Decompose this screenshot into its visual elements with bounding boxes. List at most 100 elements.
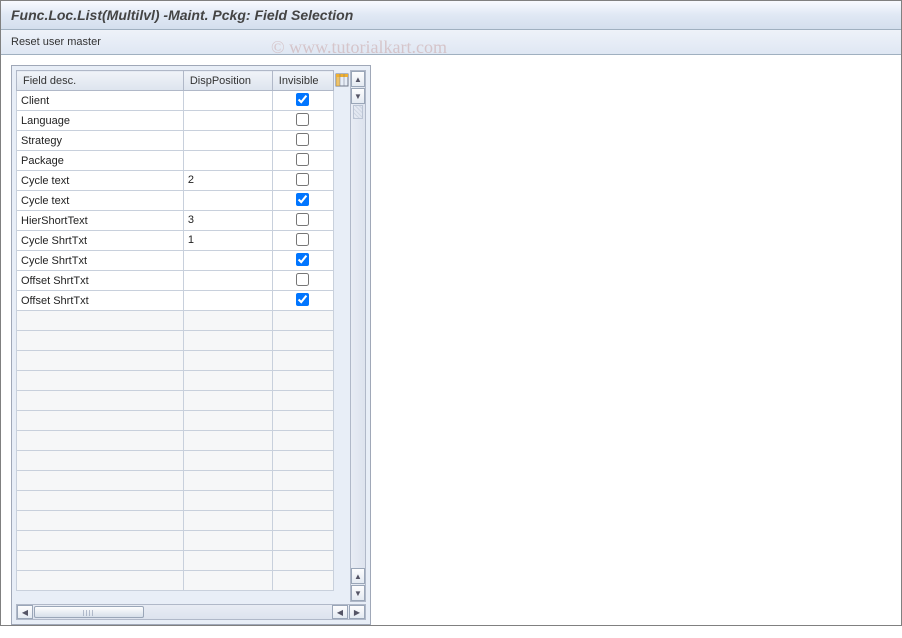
table-row-empty[interactable] bbox=[17, 571, 334, 591]
invisible-checkbox[interactable] bbox=[296, 133, 309, 146]
empty-cell[interactable] bbox=[272, 451, 333, 471]
empty-cell[interactable] bbox=[183, 391, 272, 411]
table-row-empty[interactable] bbox=[17, 431, 334, 451]
empty-cell[interactable] bbox=[17, 331, 184, 351]
empty-cell[interactable] bbox=[272, 391, 333, 411]
table-row[interactable]: Cycle ShrtTxt1 bbox=[17, 231, 334, 251]
empty-cell[interactable] bbox=[183, 491, 272, 511]
empty-cell[interactable] bbox=[183, 451, 272, 471]
empty-cell[interactable] bbox=[272, 491, 333, 511]
empty-cell[interactable] bbox=[183, 431, 272, 451]
table-row[interactable]: Strategy bbox=[17, 131, 334, 151]
empty-cell[interactable] bbox=[17, 571, 184, 591]
column-header-field[interactable]: Field desc. bbox=[17, 71, 184, 91]
table-row-empty[interactable] bbox=[17, 351, 334, 371]
table-row[interactable]: HierShortText3 bbox=[17, 211, 334, 231]
empty-cell[interactable] bbox=[17, 471, 184, 491]
empty-cell[interactable] bbox=[272, 531, 333, 551]
invisible-checkbox[interactable] bbox=[296, 173, 309, 186]
empty-cell[interactable] bbox=[17, 551, 184, 571]
invisible-cell[interactable] bbox=[272, 271, 333, 291]
invisible-checkbox[interactable] bbox=[296, 293, 309, 306]
invisible-cell[interactable] bbox=[272, 111, 333, 131]
scroll-up-icon[interactable]: ▲ bbox=[351, 71, 365, 87]
empty-cell[interactable] bbox=[17, 371, 184, 391]
empty-cell[interactable] bbox=[183, 351, 272, 371]
table-row[interactable]: Offset ShrtTxt bbox=[17, 271, 334, 291]
disp-position-cell[interactable] bbox=[183, 291, 272, 311]
disp-position-cell[interactable] bbox=[183, 131, 272, 151]
invisible-cell[interactable] bbox=[272, 91, 333, 111]
empty-cell[interactable] bbox=[183, 331, 272, 351]
empty-cell[interactable] bbox=[272, 471, 333, 491]
invisible-checkbox[interactable] bbox=[296, 193, 309, 206]
field-desc-cell[interactable]: Cycle ShrtTxt bbox=[17, 251, 184, 271]
table-row-empty[interactable] bbox=[17, 471, 334, 491]
column-header-position[interactable]: DispPosition bbox=[183, 71, 272, 91]
disp-position-cell[interactable] bbox=[183, 151, 272, 171]
empty-cell[interactable] bbox=[272, 411, 333, 431]
invisible-cell[interactable] bbox=[272, 191, 333, 211]
empty-cell[interactable] bbox=[272, 331, 333, 351]
scroll-left-icon[interactable]: ◀ bbox=[17, 605, 33, 619]
scroll-down-step-icon[interactable]: ▼ bbox=[351, 88, 365, 104]
table-row-empty[interactable] bbox=[17, 551, 334, 571]
empty-cell[interactable] bbox=[272, 551, 333, 571]
invisible-cell[interactable] bbox=[272, 251, 333, 271]
scroll-right-icon[interactable]: ▶ bbox=[349, 605, 365, 619]
disp-position-cell[interactable] bbox=[183, 91, 272, 111]
field-desc-cell[interactable]: Cycle text bbox=[17, 171, 184, 191]
field-desc-cell[interactable]: Cycle text bbox=[17, 191, 184, 211]
invisible-checkbox[interactable] bbox=[296, 213, 309, 226]
empty-cell[interactable] bbox=[17, 431, 184, 451]
disp-position-cell[interactable]: 2 bbox=[183, 171, 272, 191]
table-row-empty[interactable] bbox=[17, 311, 334, 331]
empty-cell[interactable] bbox=[17, 531, 184, 551]
table-row[interactable]: Cycle text bbox=[17, 191, 334, 211]
empty-cell[interactable] bbox=[17, 391, 184, 411]
table-row[interactable]: Client bbox=[17, 91, 334, 111]
field-desc-cell[interactable]: Offset ShrtTxt bbox=[17, 291, 184, 311]
empty-cell[interactable] bbox=[183, 531, 272, 551]
vertical-scrollbar[interactable]: ▲ ▼ ▲ ▼ bbox=[350, 70, 366, 602]
empty-cell[interactable] bbox=[272, 371, 333, 391]
field-desc-cell[interactable]: Language bbox=[17, 111, 184, 131]
empty-cell[interactable] bbox=[183, 571, 272, 591]
scroll-left-step-icon[interactable]: ◀ bbox=[332, 605, 348, 619]
table-row-empty[interactable] bbox=[17, 391, 334, 411]
empty-cell[interactable] bbox=[17, 311, 184, 331]
scroll-down-icon[interactable]: ▼ bbox=[351, 585, 365, 601]
table-row-empty[interactable] bbox=[17, 511, 334, 531]
field-desc-cell[interactable]: Strategy bbox=[17, 131, 184, 151]
empty-cell[interactable] bbox=[272, 511, 333, 531]
invisible-cell[interactable] bbox=[272, 211, 333, 231]
invisible-checkbox[interactable] bbox=[296, 153, 309, 166]
reset-user-master-link[interactable]: Reset user master bbox=[11, 36, 101, 48]
table-row[interactable]: Package bbox=[17, 151, 334, 171]
empty-cell[interactable] bbox=[17, 511, 184, 531]
empty-cell[interactable] bbox=[17, 491, 184, 511]
field-desc-cell[interactable]: Cycle ShrtTxt bbox=[17, 231, 184, 251]
field-desc-cell[interactable]: Offset ShrtTxt bbox=[17, 271, 184, 291]
invisible-cell[interactable] bbox=[272, 151, 333, 171]
empty-cell[interactable] bbox=[272, 311, 333, 331]
scroll-thumb[interactable] bbox=[353, 105, 363, 119]
column-header-invisible[interactable]: Invisible bbox=[272, 71, 333, 91]
table-row[interactable]: Cycle text2 bbox=[17, 171, 334, 191]
table-row-empty[interactable] bbox=[17, 331, 334, 351]
field-desc-cell[interactable]: Package bbox=[17, 151, 184, 171]
table-row-empty[interactable] bbox=[17, 411, 334, 431]
invisible-cell[interactable] bbox=[272, 231, 333, 251]
field-desc-cell[interactable]: Client bbox=[17, 91, 184, 111]
hscroll-thumb[interactable] bbox=[34, 606, 144, 618]
empty-cell[interactable] bbox=[183, 371, 272, 391]
invisible-cell[interactable] bbox=[272, 291, 333, 311]
disp-position-cell[interactable] bbox=[183, 251, 272, 271]
table-row-empty[interactable] bbox=[17, 531, 334, 551]
disp-position-cell[interactable]: 3 bbox=[183, 211, 272, 231]
invisible-cell[interactable] bbox=[272, 131, 333, 151]
disp-position-cell[interactable] bbox=[183, 111, 272, 131]
invisible-checkbox[interactable] bbox=[296, 93, 309, 106]
field-desc-cell[interactable]: HierShortText bbox=[17, 211, 184, 231]
empty-cell[interactable] bbox=[183, 551, 272, 571]
